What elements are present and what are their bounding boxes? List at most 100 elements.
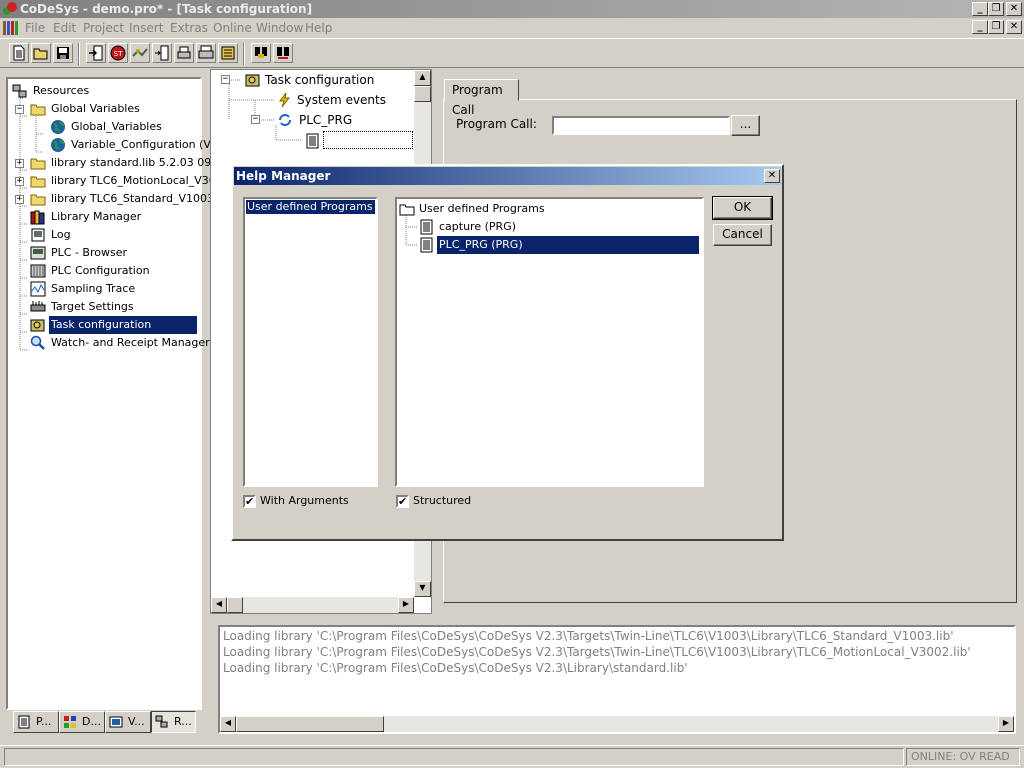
program-item-label: capture (PRG) [439,220,516,233]
visualization-icon [109,716,123,728]
log-line: Loading library 'C:\Program Files\CoDeSy… [223,645,971,659]
scroll-left-icon[interactable]: ◀ [220,716,236,732]
globe-icon [51,138,65,152]
menu-edit[interactable]: Edit [53,20,76,36]
ok-button[interactable]: OK [712,196,773,220]
tree-item-label: Global_Variables [71,120,162,133]
expand-icon[interactable]: + [15,159,24,168]
run-icon[interactable] [130,43,150,63]
cancel-button[interactable]: Cancel [713,224,772,246]
browse-button[interactable]: ... [731,115,760,136]
replace-icon[interactable] [273,43,293,63]
help-manager-dialog: Help Manager ✕ User defined Programs Use… [231,164,784,541]
menu-project[interactable]: Project [83,20,124,36]
close-button[interactable]: ✕ [1006,2,1022,16]
step-icon[interactable] [152,43,172,63]
child-minimize-button[interactable]: _ [972,20,988,34]
folder-open-icon [399,204,415,216]
save-icon[interactable] [53,43,73,63]
tab-label: R... [174,715,192,728]
tree-item-label: Target Settings [51,300,134,313]
task-cycle-icon [279,114,291,126]
scroll-right-icon[interactable]: ▶ [398,597,414,613]
tab-label: P... [36,715,52,728]
program-item-label: PLC_PRG (PRG) [437,236,699,254]
resources-tree[interactable]: Resources − Global Variables Global_Vari… [6,77,222,710]
tab-visualizations[interactable]: V... [105,711,151,733]
scroll-right-icon[interactable]: ▶ [998,716,1014,732]
with-arguments-checkbox[interactable]: ✔ [243,495,256,508]
tree-item-label: Global Variables [51,102,140,115]
scroll-left-icon[interactable]: ◀ [211,597,227,613]
log-hscrollbar[interactable]: ◀ ▶ [220,716,1014,732]
collapse-icon[interactable]: − [221,75,230,84]
svg-text:ST: ST [114,50,123,58]
program-tree-root-label: User defined Programs [419,202,545,215]
program-call-entry[interactable] [323,131,413,149]
new-icon[interactable] [9,43,29,63]
expand-icon[interactable]: + [15,195,24,204]
globe-icon [51,120,65,134]
pou-icon [18,715,30,729]
menu-bar: File Edit Project Insert Extras Online W… [0,18,1024,38]
open-icon[interactable] [31,43,51,63]
task-config-icon [30,319,45,332]
category-list[interactable]: User defined Programs [243,197,378,487]
cut-icon[interactable] [218,43,238,63]
document-window-icon[interactable] [3,21,18,35]
menu-file[interactable]: File [25,20,45,36]
trace-icon [30,281,46,297]
scroll-thumb[interactable] [236,716,384,732]
restore-button[interactable]: ❐ [988,2,1004,16]
tab-pous[interactable]: P... [13,711,59,733]
magnifier-icon [30,335,45,350]
tab-resources[interactable]: R... [151,711,196,733]
dialog-close-button[interactable]: ✕ [764,169,780,183]
dialog-title-bar: Help Manager [234,167,781,185]
child-restore-button[interactable]: ❐ [988,20,1004,34]
child-close-button[interactable]: ✕ [1006,20,1022,34]
scroll-thumb[interactable] [227,597,243,613]
program-call-label: Program Call: [456,117,537,131]
tree-item-label: library TLC6_MotionLocal_V30 [51,174,216,187]
program-icon [420,219,433,235]
program-list[interactable]: User defined Programs capture (PRG) PLC_… [395,197,704,487]
menu-window[interactable]: Window [256,20,303,36]
stop-icon[interactable]: ST [108,43,128,63]
login-icon[interactable] [86,43,106,63]
expand-icon[interactable]: + [15,177,24,186]
online-status: ONLINE: OV READ [906,748,1020,766]
log-line: Loading library 'C:\Program Files\CoDeSy… [223,629,954,643]
menu-extras[interactable]: Extras [170,20,208,36]
scroll-thumb[interactable] [414,86,431,102]
tab-label: D... [82,715,101,728]
tab-label: V... [128,715,145,728]
menu-online[interactable]: Online [213,20,252,36]
collapse-icon[interactable]: − [15,105,24,114]
scroll-down-icon[interactable]: ▼ [414,581,431,597]
task-tree-hscrollbar[interactable]: ◀ ▶ [211,597,414,613]
program-call-input[interactable] [552,116,730,135]
minimize-button[interactable]: _ [972,2,988,16]
tab-program-call[interactable]: Program Call [444,79,519,117]
collapse-icon[interactable]: − [251,115,260,124]
with-arguments-label: With Arguments [260,494,349,507]
object-organizer-tabs: P... D... V... R... [13,711,196,735]
toolbar: ST [0,38,1024,68]
lightning-icon [279,92,291,108]
menu-insert[interactable]: Insert [129,20,163,36]
tab-data-types[interactable]: D... [59,711,105,733]
status-bar: ONLINE: OV READ [0,745,1024,768]
menu-help[interactable]: Help [305,20,332,36]
find-icon[interactable] [251,43,271,63]
log-icon [31,228,45,242]
build-icon[interactable] [174,43,194,63]
tree-item-label: Library Manager [51,210,142,223]
message-log[interactable]: Loading library 'C:\Program Files\CoDeSy… [218,625,1016,734]
scroll-up-icon[interactable]: ▲ [414,70,431,86]
category-item-user-defined-programs[interactable]: User defined Programs [246,200,375,214]
folder-open-icon [30,104,46,116]
print-icon[interactable] [196,43,216,63]
structured-checkbox[interactable]: ✔ [396,495,409,508]
task-config-icon [245,74,260,87]
